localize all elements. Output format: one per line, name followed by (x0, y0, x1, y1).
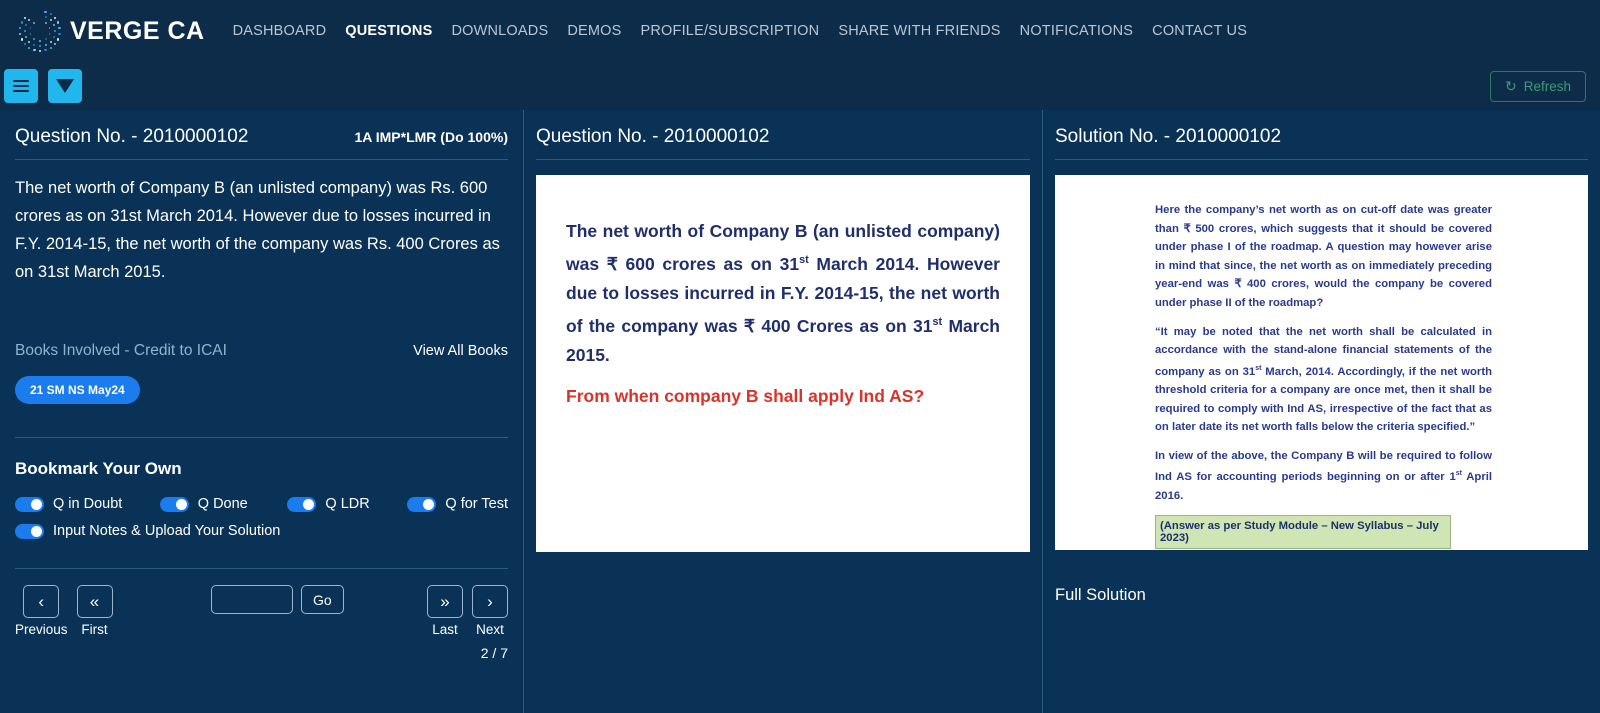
question-document-prompt: From when company B shall apply Ind AS? (566, 385, 925, 406)
previous-page-button[interactable]: ‹ (23, 585, 60, 618)
secondary-toolbar: ↻ Refresh (0, 62, 1600, 110)
dot-ring-logo-icon (14, 5, 66, 57)
toggle-label-input-notes: Input Notes & Upload Your Solution (53, 523, 281, 539)
last-page-button[interactable]: » (427, 585, 463, 618)
pager-divider (15, 568, 508, 569)
toggle-label-q-done: Q Done (197, 496, 248, 512)
nav-item-downloads[interactable]: DOWNLOADS (451, 23, 548, 39)
three-panel-layout: Question No. - 2010000102 1A IMP*LMR (Do… (0, 110, 1600, 713)
nav-item-dashboard[interactable]: DASHBOARD (233, 23, 327, 39)
pagination-controls: ‹ Previous « First Go » Last › Next (15, 585, 508, 641)
top-navigation-bar: VERGE CA DASHBOARD QUESTIONS DOWNLOADS D… (0, 0, 1600, 62)
question-detail-panel: Question No. - 2010000102 1A IMP*LMR (Do… (0, 110, 523, 713)
toggle-switch-q-done[interactable] (159, 496, 189, 512)
question-panel-header: Question No. - 2010000102 1A IMP*LMR (Do… (15, 110, 508, 159)
question-image-divider (536, 159, 1030, 160)
first-page-button[interactable]: « (76, 585, 113, 618)
filter-button[interactable] (48, 69, 82, 103)
question-image-panel-header: Question No. - 2010000102 (536, 110, 1030, 159)
toggle-label-q-ldr: Q LDR (325, 496, 370, 512)
question-number-title: Question No. - 2010000102 (15, 126, 249, 147)
question-image-panel: Question No. - 2010000102 The net worth … (523, 110, 1042, 713)
toggle-switch-q-in-doubt[interactable] (15, 496, 44, 512)
toggle-switch-input-notes[interactable] (15, 523, 44, 539)
question-document-paragraph: The net worth of Company B (an unlisted … (566, 217, 1000, 370)
previous-page-label: Previous (15, 622, 68, 637)
toggle-label-q-for-test: Q for Test (445, 496, 508, 512)
first-page-label: First (81, 622, 108, 637)
answer-source-note: (Answer as per Study Module – New Syllab… (1155, 515, 1451, 550)
bookmark-toggle-row-1: Q in Doubt Q Done Q LDR Q for Test (15, 496, 508, 512)
book-badge-list: 21 SM NS May24 (15, 376, 508, 404)
solution-document-card: Here the company’s net worth as on cut-o… (1055, 175, 1588, 550)
question-tag-badge: 1A IMP*LMR (Do 100%) (354, 129, 508, 145)
brand-name: VERGE CA (70, 16, 205, 45)
toggle-q-in-doubt[interactable]: Q in Doubt (15, 496, 160, 512)
books-involved-row: Books Involved - Credit to ICAI View All… (15, 342, 508, 360)
toolbar-button-group (2, 69, 82, 103)
main-nav: DASHBOARD QUESTIONS DOWNLOADS DEMOS PROF… (225, 23, 1247, 39)
filter-funnel-icon (56, 79, 74, 93)
next-page-button[interactable]: › (472, 585, 508, 618)
previous-page-cell: ‹ Previous (15, 585, 68, 637)
question-document-card: The net worth of Company B (an unlisted … (536, 175, 1030, 552)
refresh-button[interactable]: ↻ Refresh (1489, 70, 1586, 102)
brand-logo[interactable]: VERGE CA (14, 5, 205, 57)
page-count-indicator: 2 / 7 (480, 645, 508, 661)
books-involved-label: Books Involved - Credit to ICAI (15, 342, 227, 359)
nav-item-demos[interactable]: DEMOS (567, 23, 621, 39)
solution-paragraph-3: In view of the above, the Company B will… (1155, 447, 1492, 506)
toggle-q-done[interactable]: Q Done (159, 496, 288, 512)
toggle-switch-q-for-test[interactable] (407, 496, 437, 512)
bookmark-section-title: Bookmark Your Own (15, 459, 182, 478)
next-page-label: Next (476, 622, 504, 637)
book-badge[interactable]: 21 SM NS May24 (15, 376, 140, 404)
solution-panel-header: Solution No. - 2010000102 (1055, 110, 1588, 159)
first-page-cell: « First (76, 585, 113, 637)
solution-number-title: Solution No. - 2010000102 (1055, 126, 1282, 147)
refresh-icon: ↻ (1504, 78, 1517, 94)
page-jump-group: Go (211, 585, 344, 614)
toggle-input-notes[interactable]: Input Notes & Upload Your Solution (15, 523, 280, 539)
toggle-q-for-test[interactable]: Q for Test (407, 496, 508, 512)
pager-right-group: » Last › Next (427, 585, 508, 637)
question-doc-sup-2: st (932, 315, 943, 328)
view-all-books-link[interactable]: View All Books (413, 343, 508, 359)
solution-paragraph-1: Here the company’s net worth as on cut-o… (1155, 204, 1492, 309)
solution-paragraph-2: “It may be noted that the net worth shal… (1155, 323, 1492, 437)
solution-divider (1055, 159, 1588, 160)
last-page-cell: » Last (427, 585, 463, 637)
toggle-label-q-in-doubt: Q in Doubt (53, 496, 123, 512)
refresh-button-label: Refresh (1523, 78, 1571, 94)
last-page-label: Last (432, 622, 458, 637)
question-doc-sup-1: st (799, 254, 809, 266)
nav-item-share-with-friends[interactable]: SHARE WITH FRIENDS (838, 23, 1000, 39)
bookmark-toggle-row-2: Input Notes & Upload Your Solution (15, 523, 508, 539)
toggle-switch-q-ldr[interactable] (287, 496, 317, 512)
solution-panel: Solution No. - 2010000102 Here the compa… (1042, 110, 1600, 713)
full-solution-label[interactable]: Full Solution (1055, 586, 1588, 605)
nav-item-notifications[interactable]: NOTIFICATIONS (1020, 23, 1134, 39)
question-image-title: Question No. - 2010000102 (536, 126, 770, 147)
nav-item-questions[interactable]: QUESTIONS (345, 23, 432, 39)
hamburger-menu-icon (13, 80, 29, 92)
solution-p3-pre: In view of the above, the Company B will… (1155, 449, 1492, 484)
go-to-page-button[interactable]: Go (301, 585, 344, 614)
question-plain-text: The net worth of Company B (an unlisted … (15, 179, 500, 281)
next-page-cell: › Next (472, 585, 508, 637)
pager-left-group: ‹ Previous « First (15, 585, 113, 637)
nav-item-contact-us[interactable]: CONTACT US (1152, 23, 1247, 39)
bookmark-section-divider (15, 437, 508, 438)
menu-toggle-button[interactable] (4, 69, 38, 103)
nav-item-profile-subscription[interactable]: PROFILE/SUBSCRIPTION (641, 23, 820, 39)
page-number-input[interactable] (211, 585, 293, 614)
toggle-q-ldr[interactable]: Q LDR (287, 496, 407, 512)
